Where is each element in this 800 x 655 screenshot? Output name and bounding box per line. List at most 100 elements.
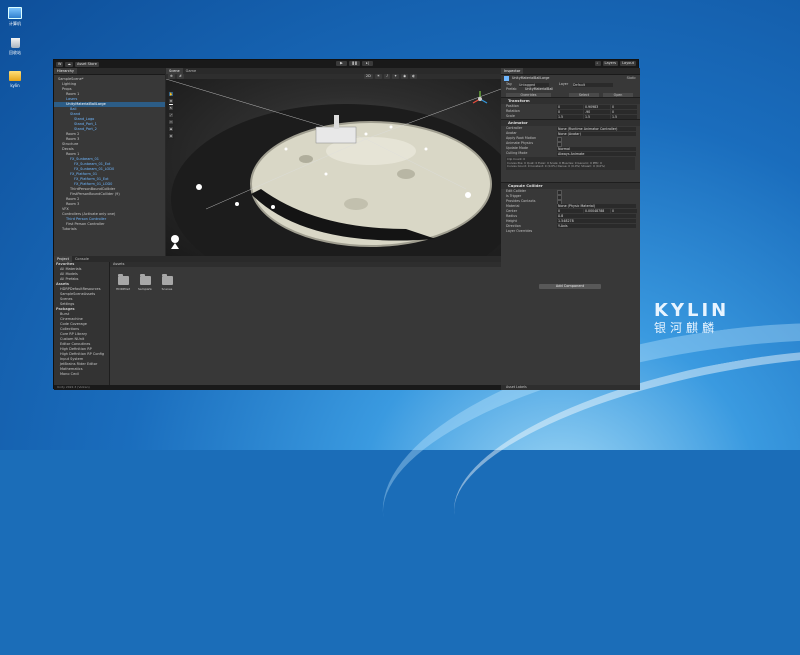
static-toggle[interactable]: Static (627, 75, 636, 82)
inspector-panel: Inspector UnityMaterialBallLarge Static … (501, 68, 640, 390)
capsule-collider-title: Capsule Collider (508, 182, 543, 188)
folder-icon (161, 274, 173, 285)
tab-hierarchy[interactable]: Hierarchy (54, 68, 77, 74)
pause-icon[interactable]: ❚❚ (349, 61, 360, 66)
capsule-prop-value[interactable]: Y-Axis (557, 224, 636, 229)
project-panel: Project Console Favorites All Materials Al… (54, 256, 504, 390)
folder-icon (139, 274, 151, 285)
account-button[interactable]: W (56, 61, 64, 67)
hierarchy-item[interactable]: Tutorials (54, 227, 165, 232)
cloud-icon[interactable]: ☁ (65, 61, 73, 67)
transform-title: Transform (508, 98, 530, 103)
object-name-field[interactable]: UnityMaterialBallLarge (512, 75, 549, 82)
kylin-brand-logo: KYLIN 银河麒麟 (654, 300, 729, 336)
overrides-dropdown[interactable]: Overrides (506, 92, 551, 97)
scale-z-field[interactable]: 1.5 (611, 114, 637, 119)
folder-label: HDRPDefau... (116, 287, 130, 291)
capsule-collider-header[interactable]: Capsule Collider (501, 181, 640, 189)
animator-prop-row: Culling Mode Always Animate (501, 151, 640, 156)
animator-properties: Controller None (Runtime Animator Control… (501, 126, 640, 156)
layer-dropdown[interactable]: Default (573, 82, 613, 87)
animator-prop-value[interactable]: None (Avatar) (557, 131, 636, 136)
capsule-properties: Edit Collider Is Trigger Provides Contacts… (501, 189, 640, 229)
folder-item[interactable]: Scenes (160, 274, 174, 291)
folder-label: Scenes (161, 287, 173, 291)
tab-inspector[interactable]: Inspector (501, 68, 524, 74)
open-button[interactable]: Open (603, 92, 633, 97)
rotate-tool-icon[interactable]: ↻ (168, 105, 174, 111)
step-icon[interactable]: ▸| (362, 61, 373, 66)
project-assets-view: Assets HDRPDefau... SampleSce... Scenes (110, 262, 501, 390)
center-y-field[interactable]: 0.00048788 (584, 209, 610, 214)
asset-store-button[interactable]: Asset Store (74, 61, 99, 67)
scene-panel: Scene Game ⊕ # 2D ☀ ♪ ✦ ◉ ◐ ✋ ✥ ↻ ⤢ ▭ ⊞ … (166, 68, 501, 256)
folder-item[interactable]: HDRPDefau... (116, 274, 130, 291)
center-x-field[interactable]: 0 (557, 209, 583, 214)
animator-prop-value[interactable]: None (Runtime Animator Controller) (557, 126, 636, 131)
capsule-prop-value[interactable]: 1.548278 (557, 219, 636, 224)
asset-labels-label: Asset Labels (506, 385, 527, 389)
desktop-icon-label: 回收站 (9, 50, 21, 55)
scene-viewport[interactable]: ✋ ✥ ↻ ⤢ ▭ ⊞ ⚙ (166, 79, 501, 256)
breadcrumb: Assets (110, 262, 501, 267)
hierarchy-panel: Hierarchy SampleScene* Lighting Props Room … (54, 68, 165, 256)
rect-tool-icon[interactable]: ▭ (168, 119, 174, 125)
trash-icon (10, 38, 20, 48)
folder-icon (9, 71, 21, 81)
object-header: UnityMaterialBallLarge Static (501, 75, 640, 82)
tag-dropdown[interactable]: Untagged (519, 82, 549, 87)
desktop-icon-label: kylin (10, 83, 20, 88)
scene-render (166, 79, 501, 256)
status-bar: Unity 2022.3 (Vulkan) (54, 385, 504, 390)
scale-tool-icon[interactable]: ⤢ (168, 112, 174, 118)
project-tree: Favorites All Materials All Models All Pref… (54, 262, 110, 390)
animator-prop-value[interactable]: Always Animate (557, 151, 636, 156)
scale-x-field[interactable]: 1.5 (557, 114, 583, 119)
asset-labels-bar[interactable]: Asset Labels (501, 385, 640, 390)
search-icon[interactable]: ⌕ (594, 61, 601, 66)
animator-component-header[interactable]: Animator (501, 119, 640, 126)
position-z-field[interactable]: 0 (611, 104, 637, 109)
toolbar-right: ⌕ Layers Layout (593, 61, 636, 66)
transform-tool-icon[interactable]: ⊞ (168, 126, 174, 132)
desktop-icon-kylin[interactable]: kylin (4, 71, 26, 88)
folder-icon (117, 274, 129, 285)
layers-dropdown[interactable]: Layers (602, 61, 619, 66)
desktop-icon-label: 计算机 (9, 21, 21, 26)
desktop-icon-trash[interactable]: 回收站 (4, 38, 26, 56)
rotation-z-field[interactable]: 0 (611, 109, 637, 114)
position-y-field[interactable]: 0.90983 (584, 104, 610, 109)
animator-info-box: Clip Count: 0 Curves Pos: 0 Quat: 0 Eule… (506, 157, 635, 170)
brand-name: KYLIN (654, 300, 730, 321)
desktop-icon-computer[interactable]: 计算机 (4, 7, 26, 27)
select-button[interactable]: Select (569, 92, 599, 97)
layout-dropdown[interactable]: Layout (620, 61, 636, 66)
main-toolbar: W ☁ Asset Store ▶ ❚❚ ▸| ⌕ Layers Layout (54, 60, 638, 68)
layer-overrides-row[interactable]: Layer Overrides (501, 229, 640, 234)
prefab-cube-icon (504, 76, 509, 81)
animator-prop-value[interactable]: Normal (557, 146, 636, 151)
capsule-prop-value[interactable]: None (Physic Material) (557, 204, 636, 209)
unity-editor-window: W ☁ Asset Store ▶ ❚❚ ▸| ⌕ Layers Layout … (53, 59, 640, 390)
transform-component-header[interactable]: Transform (501, 97, 640, 104)
brand-subtitle: 银河麒麟 (654, 321, 719, 335)
center-z-field[interactable]: 0 (611, 209, 637, 214)
move-tool-icon[interactable]: ✥ (168, 98, 174, 104)
layer-overrides-foldout[interactable]: Layer Overrides (506, 229, 532, 234)
add-component-button[interactable]: Add Component (539, 284, 601, 289)
play-icon[interactable]: ▶ (336, 61, 347, 66)
hierarchy-tree: SampleScene* Lighting Props Room 1 Lasers Uni… (54, 75, 165, 232)
custom-tool-icon[interactable]: ⚙ (168, 133, 174, 139)
animator-info-line: Curves Count: 0 Constant: 0 (0.0%) Dense… (507, 164, 606, 169)
scale-y-field[interactable]: 1.5 (584, 114, 610, 119)
rotation-x-field[interactable]: 0 (557, 109, 583, 114)
package-item[interactable]: Mono Cecil (54, 372, 109, 377)
play-controls: ▶ ❚❚ ▸| (334, 61, 373, 66)
scene-tool-column: ✋ ✥ ↻ ⤢ ▭ ⊞ ⚙ (168, 91, 174, 140)
hand-tool-icon[interactable]: ✋ (168, 91, 174, 97)
animator-prop-label: Culling Mode (506, 151, 528, 155)
position-x-field[interactable]: 0 (557, 104, 583, 109)
rotation-y-field[interactable]: -90 (584, 109, 610, 114)
capsule-prop-value[interactable]: 0.8 (557, 214, 636, 219)
folder-item[interactable]: SampleSce... (138, 274, 152, 291)
